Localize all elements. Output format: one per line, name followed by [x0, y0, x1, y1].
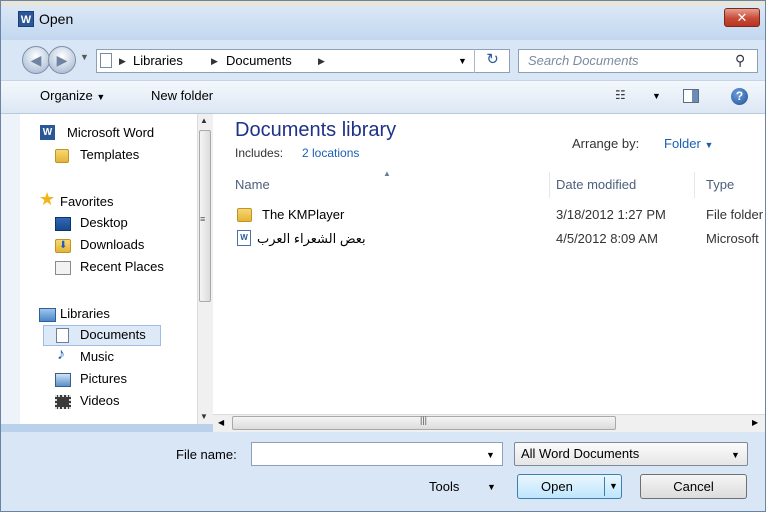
breadcrumb-separator-icon[interactable]: ▶	[211, 56, 218, 67]
document-library-icon	[100, 53, 112, 68]
file-type: File folder	[706, 207, 764, 222]
breadcrumb-documents[interactable]: Documents	[226, 53, 292, 68]
desktop-icon	[55, 217, 71, 231]
sort-ascending-icon: ▲	[383, 169, 391, 178]
file-type-dropdown-icon[interactable]: ▼	[731, 450, 740, 460]
window-title: Open	[39, 11, 74, 27]
search-placeholder: Search Documents	[528, 53, 639, 68]
star-icon: ★	[39, 189, 56, 209]
breadcrumb-separator-icon[interactable]: ▶	[119, 56, 126, 67]
recent-pages-dropdown-icon[interactable]: ▼	[80, 52, 89, 62]
nav-item-desktop[interactable]: Desktop	[80, 212, 128, 233]
scroll-down-icon[interactable]: ▼	[200, 412, 208, 421]
nav-item-templates[interactable]: Templates	[80, 144, 139, 165]
file-name-dropdown-icon[interactable]: ▼	[486, 450, 495, 460]
view-dropdown-icon[interactable]: ▼	[652, 91, 661, 101]
word-doc-icon: W	[237, 230, 251, 246]
folder-icon	[55, 149, 69, 163]
word-icon: W	[40, 125, 55, 140]
folder-icon	[237, 208, 252, 222]
refresh-button[interactable]: ↻	[474, 49, 510, 73]
nav-item-recent-places[interactable]: Recent Places	[80, 256, 164, 277]
arrange-by-label: Arrange by:	[572, 136, 640, 151]
library-locations-link[interactable]: 2 locations	[302, 146, 359, 160]
nav-item-downloads[interactable]: Downloads	[80, 234, 144, 255]
nav-item-music[interactable]: Music	[80, 346, 114, 367]
recent-places-icon	[55, 261, 71, 275]
search-icon[interactable]: ⚲	[735, 52, 745, 69]
nav-item-libraries[interactable]: Libraries	[60, 303, 110, 324]
address-dropdown-icon[interactable]: ▼	[458, 56, 467, 66]
nav-item-documents[interactable]: Documents	[80, 324, 146, 345]
column-header-name[interactable]: Name	[235, 177, 270, 192]
music-icon: ♪	[57, 346, 65, 363]
close-button[interactable]: ✕	[724, 8, 760, 27]
pictures-icon	[55, 373, 71, 387]
open-dropdown-icon[interactable]: ▼	[609, 481, 618, 491]
library-includes-label: Includes:	[235, 146, 284, 160]
breadcrumb-libraries[interactable]: Libraries	[133, 53, 183, 68]
file-list-pane	[213, 114, 766, 424]
open-split-divider	[604, 477, 605, 496]
file-type: Microsoft	[706, 231, 759, 246]
column-header-type[interactable]: Type	[706, 177, 734, 192]
column-header-date-modified[interactable]: Date modified	[556, 177, 636, 192]
word-app-icon: W	[18, 11, 34, 27]
change-view-icon[interactable]: ☷	[615, 88, 626, 102]
column-divider[interactable]	[694, 172, 695, 198]
file-date: 4/5/2012 8:09 AM	[556, 231, 658, 246]
nav-item-favorites[interactable]: Favorites	[60, 191, 113, 212]
libraries-icon	[39, 308, 56, 322]
back-button[interactable]: ◀	[22, 46, 50, 74]
forward-button[interactable]: ▶	[48, 46, 76, 74]
preview-pane-icon	[692, 90, 698, 102]
file-date: 3/18/2012 1:27 PM	[556, 207, 666, 222]
open-button-label: Open	[541, 479, 573, 494]
documents-icon	[56, 328, 69, 343]
file-name[interactable]: The KMPlayer	[262, 207, 344, 222]
navigation-strip	[0, 114, 20, 424]
file-name-label: File name:	[176, 447, 237, 462]
scroll-left-icon[interactable]: ◀	[218, 418, 224, 427]
scroll-grip-icon: |||	[420, 415, 428, 425]
library-title: Documents library	[235, 119, 397, 141]
organize-button[interactable]: Organize ▼	[40, 88, 105, 103]
new-folder-button[interactable]: New folder	[151, 88, 213, 103]
download-arrow-icon: ⬇	[59, 240, 68, 251]
videos-icon	[55, 395, 71, 409]
background-window-strip	[0, 0, 766, 6]
tools-button[interactable]: Tools	[429, 479, 459, 494]
column-divider[interactable]	[549, 172, 550, 198]
scroll-right-icon[interactable]: ▶	[752, 418, 758, 427]
nav-item-pictures[interactable]: Pictures	[80, 368, 127, 389]
scroll-grip-icon: ≡	[200, 214, 206, 224]
nav-item-microsoft-word[interactable]: Microsoft Word	[67, 122, 154, 143]
scroll-up-icon[interactable]: ▲	[200, 116, 208, 125]
nav-item-videos[interactable]: Videos	[80, 390, 120, 411]
file-type-value: All Word Documents	[521, 446, 640, 461]
cancel-button[interactable]: Cancel	[640, 474, 747, 499]
file-name[interactable]: بعض الشعراء العرب	[257, 231, 366, 247]
file-name-field[interactable]	[251, 442, 503, 466]
help-button[interactable]: ?	[731, 88, 748, 105]
breadcrumb-separator-icon[interactable]: ▶	[318, 56, 325, 67]
title-bar	[0, 0, 766, 40]
arrange-by-dropdown[interactable]: Folder ▼	[664, 136, 713, 151]
tools-dropdown-icon[interactable]: ▼	[487, 482, 496, 492]
